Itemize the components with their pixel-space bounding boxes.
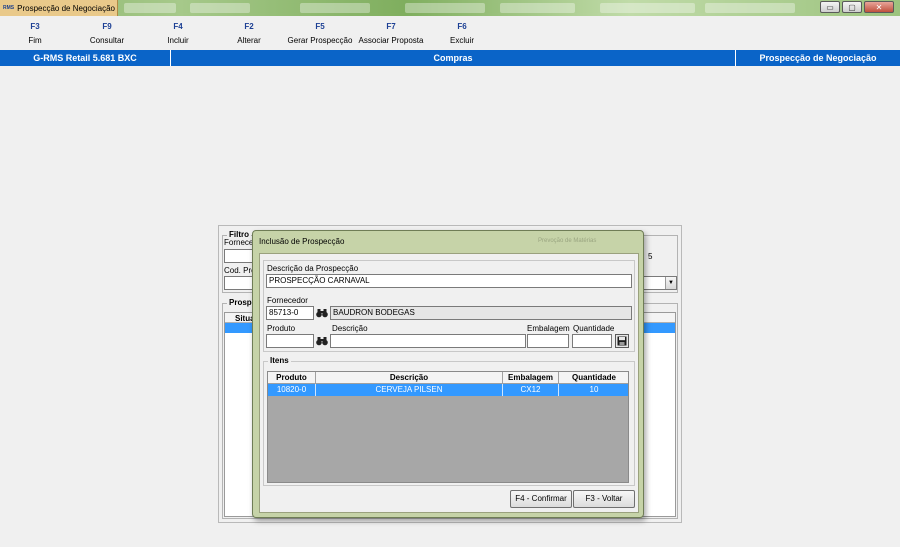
- toolbar-label: Fim: [28, 36, 42, 45]
- cell-produto: 10820-0: [268, 384, 316, 396]
- itens-title: Itens: [268, 356, 291, 365]
- prospect-fields-group: Descrição da Prospecção PROSPECÇÃO CARNA…: [263, 260, 635, 352]
- fornecedor-label: Fornecedor: [267, 296, 308, 305]
- inclusao-prospeccao-dialog: Inclusão de Prospecção Prevoção de Matér…: [252, 230, 644, 518]
- minimize-button[interactable]: ▭: [820, 1, 840, 13]
- taskbar-hint: [405, 3, 485, 13]
- toolbar-label: Gerar Prospecção: [287, 36, 353, 45]
- module-name: Compras: [433, 53, 473, 63]
- toolbar-label: Consultar: [89, 36, 125, 45]
- fkey-label: F3: [30, 22, 40, 31]
- cell-descricao: CERVEJA PILSEN: [316, 384, 503, 396]
- descricao-prospeccao-label: Descrição da Prospecção: [267, 264, 359, 273]
- taskbar-hint: [300, 3, 370, 13]
- taskbar-hint: [124, 3, 176, 13]
- app-title-box[interactable]: RMS Prospecção de Negociação: [0, 0, 118, 16]
- embalagem-label: Embalagem: [527, 324, 570, 333]
- filter-combo[interactable]: ▼: [643, 276, 677, 290]
- column-header-descricao[interactable]: Descrição: [316, 372, 503, 384]
- produto-field[interactable]: [266, 334, 314, 348]
- window-titlebar: RMS Prospecção de Negociação ▭ ▢ ✕: [0, 0, 900, 16]
- fkey-label: F4: [173, 22, 183, 31]
- column-header-produto[interactable]: Produto: [268, 372, 316, 384]
- app-logo-icon: RMS: [3, 5, 15, 11]
- toolbar-label: Excluir: [449, 36, 474, 45]
- toolbar-associar-proposta[interactable]: F7 Associar Proposta: [355, 22, 427, 45]
- taskbar-hint: [500, 3, 575, 13]
- toolbar-alterar[interactable]: F2 Alterar: [230, 22, 268, 45]
- window-title: Prospecção de Negociação: [17, 3, 115, 13]
- column-header-embalagem[interactable]: Embalagem: [503, 372, 559, 384]
- fkey-label: F5: [315, 22, 325, 31]
- taskbar-hint: [705, 3, 795, 13]
- binoculars-icon[interactable]: [315, 306, 329, 320]
- toolbar-label: Incluir: [167, 36, 189, 45]
- module-header-bar: G-RMS Retail 5.681 BXC Compras Prospecçã…: [0, 50, 900, 66]
- window-controls: ▭ ▢ ✕: [820, 1, 894, 13]
- taskbar-hint: [190, 3, 250, 13]
- fornecedor-name-field: BAUDRON BODEGAS: [330, 306, 632, 320]
- descricao-field[interactable]: [330, 334, 526, 348]
- close-button[interactable]: ✕: [864, 1, 894, 13]
- toolbar-excluir[interactable]: F6 Excluir: [446, 22, 478, 45]
- column-header-quantidade[interactable]: Quantidade: [559, 372, 629, 384]
- confirm-button[interactable]: F4 - Confirmar: [510, 490, 572, 508]
- taskbar-hint: [600, 3, 695, 13]
- dialog-body: Descrição da Prospecção PROSPECÇÃO CARNA…: [259, 253, 639, 513]
- maximize-button[interactable]: ▢: [842, 1, 862, 13]
- table-row[interactable]: 10820-0 CERVEJA PILSEN CX12 10: [268, 384, 628, 396]
- fkey-label: F9: [102, 22, 112, 31]
- itens-grid-header: Produto Descrição Embalagem Quantidade: [268, 372, 628, 384]
- itens-grid[interactable]: Produto Descrição Embalagem Quantidade 1…: [267, 371, 629, 483]
- fkey-label: F2: [244, 22, 254, 31]
- toolbar-consultar[interactable]: F9 Consultar: [82, 22, 132, 45]
- app-version: G-RMS Retail 5.681 BXC: [33, 53, 137, 63]
- cell-embalagem: CX12: [503, 384, 559, 396]
- fornecedor-code-field[interactable]: 85713-0: [266, 306, 314, 320]
- cod-produto-filter-label: Cod. Pro: [224, 266, 256, 275]
- fkey-label: F6: [457, 22, 467, 31]
- chevron-down-icon[interactable]: ▼: [665, 277, 676, 289]
- toolbar-gerar-prospeccao[interactable]: F5 Gerar Prospecção: [284, 22, 356, 45]
- produto-label: Produto: [267, 324, 296, 333]
- binoculars-icon[interactable]: [315, 334, 329, 348]
- toolbar-label: Alterar: [237, 36, 261, 45]
- save-icon[interactable]: [615, 334, 629, 348]
- toolbar-label: Associar Proposta: [358, 36, 424, 45]
- descricao-label: Descrição: [332, 324, 368, 333]
- filter-value: 5: [648, 252, 653, 261]
- screen-name: Prospecção de Negociação: [759, 53, 877, 63]
- toolbar-fim[interactable]: F3 Fim: [22, 22, 48, 45]
- dialog-title: Inclusão de Prospecção: [259, 237, 345, 246]
- dialog-titlebar: Inclusão de Prospecção Prevoção de Matér…: [253, 231, 643, 251]
- cell-quantidade: 10: [589, 385, 599, 394]
- fkey-label: F7: [386, 22, 396, 31]
- itens-group: Itens Produto Descrição Embalagem Quanti…: [263, 356, 635, 486]
- quantidade-field[interactable]: [572, 334, 612, 348]
- toolbar-incluir[interactable]: F4 Incluir: [160, 22, 196, 45]
- back-button[interactable]: F3 - Voltar: [573, 490, 635, 508]
- function-toolbar: F3 Fim F9 Consultar F4 Incluir F2 Altera…: [0, 16, 900, 50]
- embalagem-field[interactable]: [527, 334, 569, 348]
- descricao-prospeccao-field[interactable]: PROSPECÇÃO CARNAVAL: [266, 274, 632, 288]
- quantidade-label: Quantidade: [573, 324, 615, 333]
- dialog-title-hint: Prevoção de Matérias: [538, 238, 597, 244]
